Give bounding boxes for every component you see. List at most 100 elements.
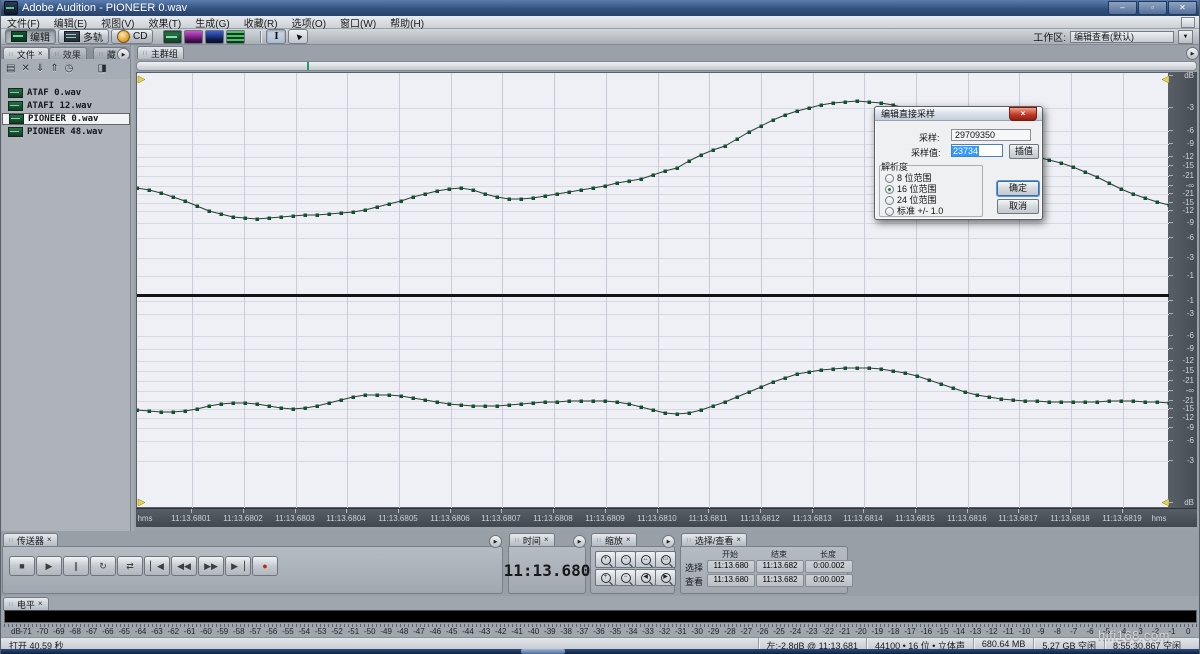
insert-multitrack-icon[interactable]: ⇑ [50,63,58,74]
spectral-frequency-button[interactable] [184,30,203,44]
zoom-left-edge-button[interactable]: ◀ [635,569,656,586]
spectral-phase-button[interactable] [226,30,245,44]
sample-value-input[interactable]: 23734 [951,144,1003,157]
go-to-end-button[interactable]: ▶▕ [225,556,251,576]
hybrid-tool-button[interactable]: ▶ [288,29,308,44]
edit-view-button[interactable]: 编辑 [5,29,56,44]
selection-value-field[interactable]: 11:13.680 [707,574,755,587]
multitrack-view-button[interactable]: 多轨 [58,29,109,44]
dialog-close-button[interactable]: × [1009,107,1037,121]
cd-view-button[interactable]: CD [111,29,153,44]
taskbar-button[interactable] [521,649,565,654]
close-tab-icon[interactable]: × [626,536,631,544]
tab-effects[interactable]: ∷效果 [49,47,87,59]
menu-item-6[interactable]: 选项(O) [292,15,326,30]
selection-value-field[interactable]: 0:00.002 [805,560,853,573]
level-meter[interactable] [4,610,1197,623]
menu-item-1[interactable]: 编辑(E) [54,15,87,30]
close-tab-icon[interactable]: × [544,536,549,544]
timeline-ruler[interactable]: hms11:13.680111:13.680211:13.680311:13.6… [136,508,1197,527]
main-panel-menu-button[interactable]: ▶ [1186,47,1199,60]
zoom-in-button[interactable]: + [595,551,616,568]
close-tab-icon[interactable]: × [38,600,43,608]
recent-files-icon[interactable]: ◷ [65,63,74,74]
open-file-icon[interactable]: ▤ [6,63,15,74]
stop-button[interactable]: ■ [9,556,35,576]
tab-files[interactable]: ∷文件× [3,47,49,59]
interpolate-button[interactable]: 插值 [1009,144,1039,159]
horizontal-scrollbar[interactable] [136,61,1197,71]
tab-main-group[interactable]: ∷主群组 [137,46,184,59]
rewind-button[interactable]: ◀◀ [171,556,197,576]
meter-scale-label: 0 [1186,627,1190,636]
tab-transport[interactable]: ∷传送器× [3,533,58,546]
wave-file-icon [8,88,23,98]
meter-scale-label: -38 [560,627,572,636]
time-selection-tool-button[interactable]: I [266,29,286,44]
close-tab-icon[interactable]: × [38,50,43,58]
selection-header: 结束 [756,549,802,560]
ok-button[interactable]: 确定 [997,181,1039,196]
meter-scale-label: -58 [233,627,245,636]
tab-zoom[interactable]: ∷缩放× [591,533,637,546]
restore-button[interactable]: ▫ [1138,1,1167,15]
files-toolbar: ▤ ✕ ⇓ ⇑ ◷ ◨ [1,59,131,77]
close-file-icon[interactable]: ✕ [21,63,29,74]
file-list-item[interactable]: ATAFI 12.wav [2,100,130,112]
menu-item-2[interactable]: 视图(V) [101,15,134,30]
tab-level[interactable]: ∷电平× [3,597,49,610]
menu-item-8[interactable]: 帮助(H) [390,15,424,30]
tab-time[interactable]: ∷时间× [509,533,555,546]
zoom-full-button[interactable]: ↔ [635,551,656,568]
menu-item-0[interactable]: 文件(F) [7,15,40,30]
zoom-out-vertical-button[interactable]: − [615,569,636,586]
zoom-out-button[interactable]: − [615,551,636,568]
waveform-display-button[interactable] [163,30,182,44]
close-tab-icon[interactable]: × [736,536,741,544]
amplitude-ruler[interactable]: dB-3-6-9-12-15-21-∞-21-15-12-9-6-3-1-1-3… [1169,72,1197,508]
loop-button[interactable]: ⇄ [117,556,143,576]
resolution-option[interactable]: 标准 +/- 1.0 [885,204,943,217]
workspace-select[interactable]: 编辑查看(默认) [1070,31,1174,43]
menubar-corner-icon[interactable] [1181,17,1195,28]
selection-value-field[interactable]: 11:13.680 [707,560,755,573]
zoom-in-vertical-button[interactable]: + [595,569,616,586]
menu-item-3[interactable]: 效果(T) [148,15,181,30]
selection-value-field[interactable]: 11:13.682 [756,574,804,587]
workspace-dropdown-arrow[interactable]: ▼ [1178,30,1193,44]
time-menu-button[interactable]: ▶ [573,535,586,548]
close-tab-icon[interactable]: × [47,536,52,544]
workspace-label: 工作区: [1033,29,1066,44]
play-button[interactable]: ▶ [36,556,62,576]
meter-scale-label: -18 [888,627,900,636]
tab-selection-view[interactable]: ∷选择/查看× [681,533,747,546]
view-options-icon[interactable]: ◨ [97,63,106,74]
spectral-pan-button[interactable] [205,30,224,44]
file-list-item[interactable]: PIONEER 48.wav [2,126,130,138]
file-list-item[interactable]: ATAF 0.wav [2,87,130,99]
zoom-to-selection-button[interactable]: ▭ [655,551,676,568]
zoom-menu-button[interactable]: ▶ [662,535,675,548]
zoom-right-edge-button[interactable]: ▶ [655,569,676,586]
cancel-button[interactable]: 取消 [997,199,1039,214]
panel-menu-button[interactable]: ▶ [117,48,130,59]
transport-menu-button[interactable]: ▶ [489,535,502,548]
file-name: PIONEER 48.wav [27,127,103,137]
import-file-icon[interactable]: ⇓ [36,63,44,74]
meter-scale-label: -23 [806,627,818,636]
selection-value-field[interactable]: 0:00.002 [805,574,853,587]
menu-item-4[interactable]: 生成(G) [195,15,229,30]
meter-scale-label: -27 [740,627,752,636]
record-button[interactable]: ● [252,556,278,576]
selection-value-field[interactable]: 11:13.682 [756,560,804,573]
files-panel: ∷文件× ∷效果 ∷收藏夹 ▶ ▤✕⇓⇑◷◨ ATAF 0.wavATAFI 1… [1,45,131,531]
menu-item-5[interactable]: 收藏(R) [244,15,278,30]
close-button[interactable]: ✕ [1168,1,1197,15]
minimize-button[interactable]: – [1108,1,1137,15]
go-to-beginning-button[interactable]: ▏◀ [144,556,170,576]
fast-forward-button[interactable]: ▶▶ [198,556,224,576]
file-list-item[interactable]: PIONEER 0.wav [2,113,130,125]
menu-item-7[interactable]: 窗口(W) [340,15,376,30]
pause-button[interactable]: ∥ [63,556,89,576]
play-looped-button[interactable]: ↻ [90,556,116,576]
